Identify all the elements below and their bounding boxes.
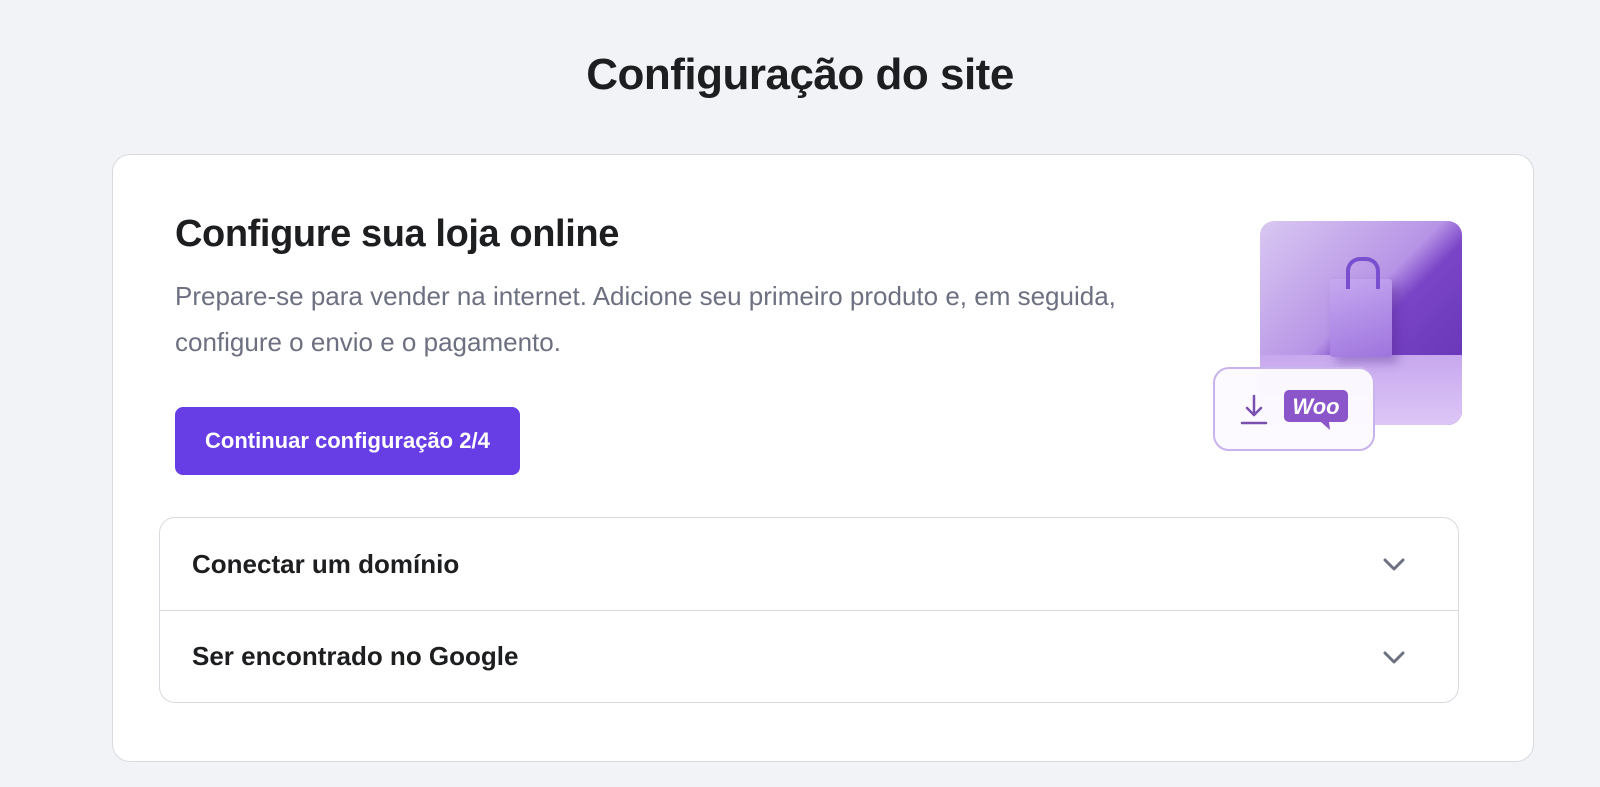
accordion-item-connect-domain[interactable]: Conectar um domínio: [160, 518, 1458, 610]
accordion-item-google[interactable]: Ser encontrado no Google: [160, 610, 1458, 702]
woo-install-badge: Woo: [1213, 367, 1375, 451]
continue-setup-button[interactable]: Continuar configuração 2/4: [175, 407, 520, 475]
accordion-item-label: Conectar um domínio: [192, 548, 460, 579]
store-setup-description: Prepare-se para vender na internet. Adic…: [175, 281, 1116, 357]
chevron-down-icon[interactable]: [1380, 643, 1408, 671]
woocommerce-illustration: Woo: [1213, 221, 1473, 457]
download-icon: [1240, 394, 1268, 425]
shopping-bag-icon: [1330, 257, 1392, 357]
woocommerce-logo-icon: Woo: [1284, 390, 1348, 430]
setup-accordion: Conectar um domínio Ser encontrado no Go…: [159, 517, 1459, 703]
store-setup-card: Configure sua loja online Prepare-se par…: [112, 154, 1534, 762]
page-title: Configuração do site: [586, 50, 1014, 99]
store-setup-title: Configure sua loja online: [175, 213, 619, 255]
woo-logo-text: Woo: [1292, 394, 1339, 419]
bag-handle: [1346, 257, 1380, 289]
chevron-down-icon[interactable]: [1380, 550, 1408, 578]
accordion-item-label: Ser encontrado no Google: [192, 641, 519, 671]
